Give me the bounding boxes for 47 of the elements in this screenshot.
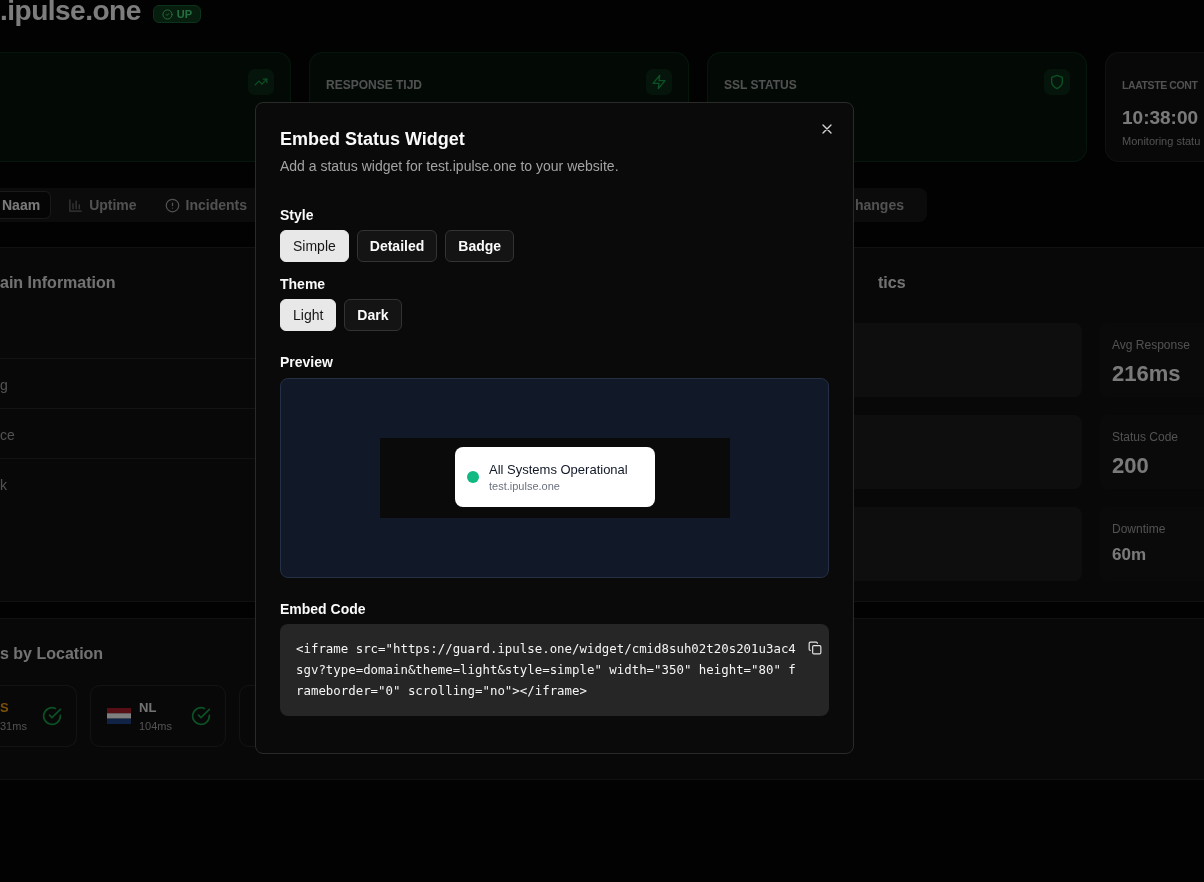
alert-circle-icon <box>164 197 180 213</box>
domain-title: .ipulse.one <box>0 0 141 27</box>
check-circle-icon <box>161 8 173 20</box>
style-option[interactable]: Simple <box>280 230 349 262</box>
row-label: ce <box>0 427 15 443</box>
row-label: k <box>0 477 7 493</box>
widget-domain: test.ipulse.one <box>489 480 561 492</box>
lightning-icon <box>651 74 667 90</box>
style-option[interactable]: Detailed <box>356 230 438 262</box>
row-label: g <box>0 377 8 393</box>
card-value: 10:38:00 <box>1122 107 1199 129</box>
theme-label: Theme <box>280 276 326 292</box>
style-option[interactable]: Badge <box>445 230 515 262</box>
theme-option[interactable]: Dark <box>344 299 402 331</box>
dialog-subtitle: Add a status widget for test.ipulse.one to your website. <box>280 158 620 174</box>
copy-icon <box>808 641 822 655</box>
flag-icon <box>107 708 131 724</box>
location-code: NL <box>139 700 157 715</box>
panel-title: s by Location <box>0 645 104 663</box>
stat-value: 60m <box>1112 545 1147 565</box>
stat-label: Avg Response <box>1112 338 1190 352</box>
bar-chart-icon <box>68 197 84 213</box>
embed-code: <iframe src="https://guard.ipulse.one/widget/cmid8suh02t20s201u3ac4sgv?type=domain&theme=light&style=simple" width="350" height="80" frameborder="0" scrolling="no"></iframe> <box>296 640 796 700</box>
card-label: RESPONSE TIJD <box>326 78 423 92</box>
dialog-title: Embed Status Widget <box>280 129 466 150</box>
status-dot <box>467 471 479 483</box>
card-label: SSL STATUS <box>724 78 797 92</box>
card-label: LAATSTE CONT <box>1122 79 1198 91</box>
preview-label: Preview <box>280 354 333 370</box>
panel-title: tics <box>878 274 906 292</box>
location-latency: 31ms <box>0 720 27 732</box>
shield-icon <box>1049 74 1065 90</box>
location-code: S <box>0 700 9 715</box>
tab[interactable]: Naam <box>0 191 52 219</box>
stat-label: Status Code <box>1112 430 1179 444</box>
stat-label: Downtime <box>1112 522 1166 536</box>
panel-title: ain Information <box>0 274 116 292</box>
stat-value: 200 <box>1112 453 1149 479</box>
copy-button[interactable] <box>808 641 822 655</box>
status-badge: UP <box>152 5 202 23</box>
stat-value: 216ms <box>1112 361 1181 387</box>
theme-option[interactable]: Light <box>280 299 337 331</box>
style-label: Style <box>280 207 314 223</box>
location-latency: 104ms <box>139 720 173 732</box>
code-label: Embed Code <box>280 601 366 617</box>
widget-status: All Systems Operational <box>489 462 628 477</box>
card-note: Monitoring statu <box>1122 135 1201 147</box>
